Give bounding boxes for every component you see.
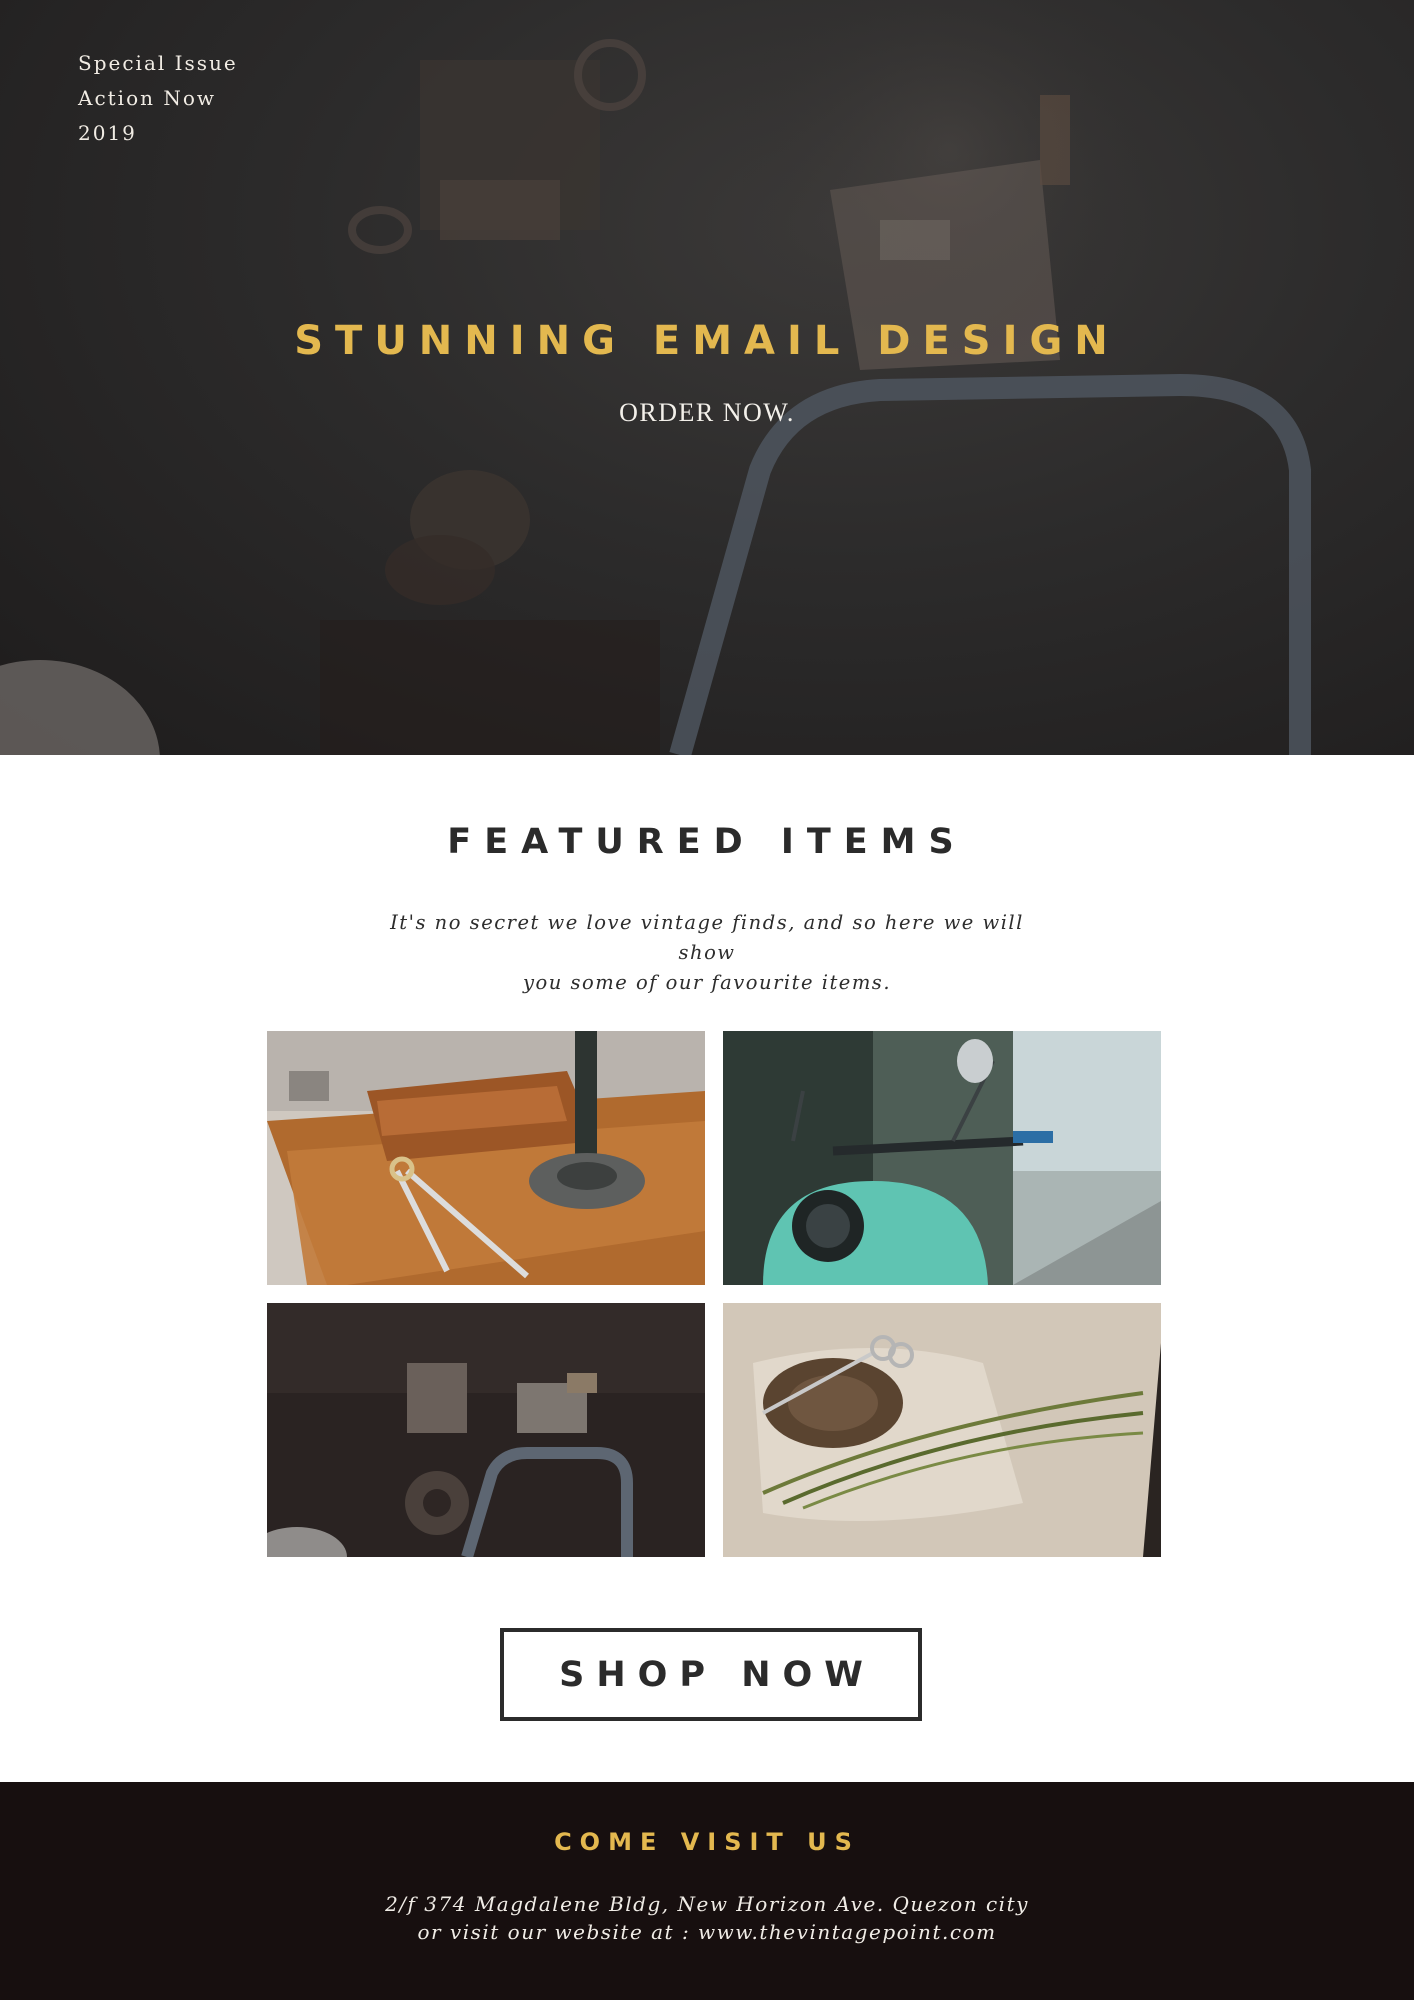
featured-item-compass[interactable] xyxy=(267,1031,705,1285)
address-line: 2/f 374 Magdalene Bldg, New Horizon Ave.… xyxy=(385,1892,1029,1916)
issue-line: Special Issue xyxy=(78,51,238,75)
featured-intro: It's no secret we love vintage finds, an… xyxy=(380,908,1034,998)
shop-now-button[interactable]: SHOP NOW xyxy=(500,1628,922,1721)
shop-now-label: SHOP NOW xyxy=(559,1654,875,1695)
scissors-image xyxy=(723,1303,1161,1557)
order-now-link[interactable]: ORDER NOW. xyxy=(0,398,1414,428)
website-line[interactable]: or visit our website at : www.thevintage… xyxy=(0,1918,1414,1946)
intro-line: you some of our favourite items. xyxy=(522,971,892,994)
featured-item-scooter[interactable] xyxy=(723,1031,1161,1285)
compass-desk-image xyxy=(267,1031,705,1285)
footer: COME VISIT US 2/f 374 Magdalene Bldg, Ne… xyxy=(0,1782,1414,2000)
featured-item-machines[interactable] xyxy=(267,1303,705,1557)
hero-banner: Special Issue Action Now 2019 STUNNING E… xyxy=(0,0,1414,755)
visit-title: COME VISIT US xyxy=(554,1828,860,1856)
issue-info: Special Issue Action Now 2019 xyxy=(78,46,238,151)
machines-image xyxy=(267,1303,705,1557)
featured-title: FEATURED ITEMS xyxy=(447,822,967,862)
issue-line: Action Now xyxy=(78,86,217,110)
issue-year: 2019 xyxy=(78,121,137,145)
featured-item-scissors[interactable] xyxy=(723,1303,1161,1557)
address-block: 2/f 374 Magdalene Bldg, New Horizon Ave.… xyxy=(0,1890,1414,1946)
intro-line: It's no secret we love vintage finds, an… xyxy=(390,911,1024,964)
scooter-image xyxy=(723,1031,1161,1285)
hero-title: STUNNING EMAIL DESIGN xyxy=(294,318,1120,364)
